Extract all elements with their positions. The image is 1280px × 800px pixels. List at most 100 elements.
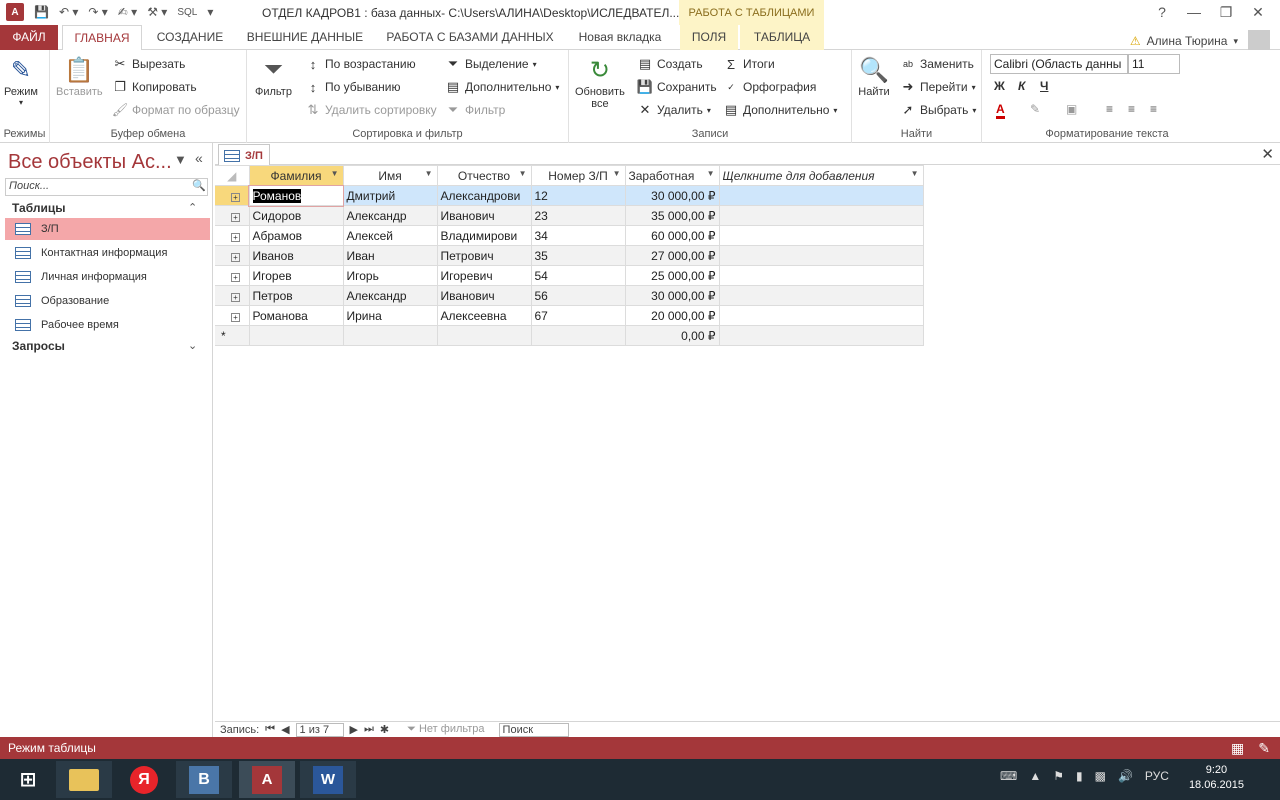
yandex-browser-icon[interactable]: Я <box>116 761 172 798</box>
advanced-filter-button[interactable]: ▤ Дополнительно ▾ <box>445 79 560 95</box>
object-tab-zp[interactable]: З/П <box>218 144 270 166</box>
save-icon[interactable]: 💾 <box>34 5 49 19</box>
table-cell[interactable]: Абрамов <box>248 225 344 246</box>
tab-fields[interactable]: ПОЛЯ <box>680 25 738 50</box>
collapse-pane-icon[interactable]: « <box>195 150 203 166</box>
table-cell[interactable]: 60 000,00 ₽ <box>624 225 720 246</box>
table-cell[interactable]: 25 000,00 ₽ <box>624 265 720 286</box>
undo-icon[interactable]: ↶ ▾ <box>59 5 78 19</box>
column-header[interactable]: Имя ▼ <box>342 165 438 186</box>
clock[interactable]: 9:20 18.06.2015 <box>1189 763 1244 793</box>
font-color-icon[interactable]: A <box>996 102 1005 119</box>
signal-icon[interactable]: ▩ <box>1095 769 1106 783</box>
row-selector[interactable]: + <box>215 265 250 286</box>
table-cell[interactable]: Романова <box>248 305 344 326</box>
table-cell[interactable]: Ирина <box>342 305 438 326</box>
new-record-row[interactable]: * 0,00 ₽ <box>215 325 924 346</box>
font-size-select[interactable]: 11 <box>1128 54 1180 74</box>
expand-icon[interactable]: + <box>231 232 240 242</box>
select-button[interactable]: ➚ Выбрать ▾ <box>900 102 977 118</box>
sql-button[interactable]: SQL <box>177 7 197 18</box>
table-row[interactable]: + Игорев Игорь Игоревич 54 25 000,00 ₽ <box>215 265 924 286</box>
prev-record-icon[interactable]: ◀ <box>281 723 289 736</box>
table-cell[interactable]: Дмитрий <box>342 185 438 206</box>
copy-button[interactable]: ❐ Копировать <box>112 79 196 95</box>
more-records-button[interactable]: ▤ Дополнительно ▾ <box>723 102 838 118</box>
table-cell[interactable]: 35 <box>530 245 626 266</box>
language-indicator[interactable]: РУС <box>1145 769 1169 783</box>
chevron-down-icon[interactable]: ▼ <box>425 169 433 178</box>
new-record-nav-icon[interactable]: ✱ <box>380 723 389 736</box>
table-cell[interactable]: Петров <box>248 285 344 306</box>
table-cell[interactable]: Петрович <box>436 245 532 266</box>
next-record-icon[interactable]: ▶ <box>350 723 358 736</box>
spelling-button[interactable]: ✓ Орфография <box>723 79 816 95</box>
align-center-icon[interactable]: ≡ <box>1128 102 1135 116</box>
first-record-icon[interactable]: ⏮ <box>265 723 275 736</box>
highlight-icon[interactable]: ✎ <box>1030 102 1040 116</box>
align-right-icon[interactable]: ≡ <box>1150 102 1157 116</box>
new-record-marker[interactable]: * <box>215 325 250 346</box>
table-cell[interactable]: Иван <box>342 245 438 266</box>
table-row[interactable]: + Романова Ирина Алексеевна 67 20 000,00… <box>215 305 924 326</box>
table-cell[interactable]: Александрови <box>436 185 532 206</box>
minimize-icon[interactable]: — <box>1178 2 1210 22</box>
table-cell[interactable]: 30 000,00 ₽ <box>624 285 720 306</box>
table-cell[interactable]: Игоревич <box>436 265 532 286</box>
font-name-select[interactable]: Calibri (Область данны <box>990 54 1128 74</box>
table-cell[interactable] <box>718 185 924 206</box>
table-cell[interactable] <box>718 265 924 286</box>
delete-record-button[interactable]: ✕ Удалить ▾ <box>637 102 711 118</box>
save-record-button[interactable]: 💾 Сохранить <box>637 79 717 95</box>
chevron-down-icon[interactable]: ▼ <box>707 169 715 178</box>
table-cell[interactable]: 12 <box>530 185 626 206</box>
datasheet-view-icon[interactable]: ▦ <box>1231 740 1244 757</box>
table-cell[interactable] <box>342 325 438 346</box>
align-left-icon[interactable]: ≡ <box>1106 102 1113 116</box>
restore-icon[interactable]: ❐ <box>1210 2 1242 22</box>
show-hidden-icon[interactable]: ▲ <box>1029 769 1041 783</box>
vk-app-icon[interactable]: B <box>176 761 232 798</box>
access-app-icon[interactable]: A <box>6 3 24 21</box>
nav-section-tables[interactable]: Таблицы <box>12 201 65 215</box>
table-cell[interactable]: 56 <box>530 285 626 306</box>
user-account[interactable]: ⚠ Алина Тюрина ▾ <box>1130 30 1270 52</box>
selection-button[interactable]: ⏷ Выделение ▾ <box>445 56 537 72</box>
paste-button[interactable]: 📋 Вставить <box>56 54 103 99</box>
row-selector[interactable]: + <box>215 285 250 306</box>
expand-icon[interactable]: + <box>231 212 240 222</box>
table-cell[interactable]: 54 <box>530 265 626 286</box>
toggle-filter-button[interactable]: ⏷ Фильтр <box>445 102 506 118</box>
table-cell[interactable]: 30 000,00 ₽ <box>624 185 720 206</box>
totals-button[interactable]: Σ Итоги <box>723 56 775 72</box>
bold-button[interactable]: Ж <box>994 79 1005 93</box>
add-column-header[interactable]: Щелкните для добавления ▼ <box>718 165 924 186</box>
column-header[interactable]: Номер З/П ▼ <box>530 165 626 186</box>
record-position-input[interactable]: 1 из 7 <box>295 722 344 737</box>
table-cell[interactable] <box>530 325 626 346</box>
table-row[interactable]: + Абрамов Алексей Владимирови 34 60 000,… <box>215 225 924 246</box>
volume-icon[interactable]: 🔊 <box>1118 769 1133 783</box>
table-cell[interactable]: 67 <box>530 305 626 326</box>
tab-home[interactable]: ГЛАВНАЯ <box>62 25 142 51</box>
tab-external-data[interactable]: ВНЕШНИЕ ДАННЫЕ <box>240 25 370 50</box>
underline-button[interactable]: Ч <box>1040 79 1048 93</box>
expand-section-icon[interactable]: ⌄ <box>188 339 197 352</box>
row-selector[interactable]: + <box>215 205 250 226</box>
table-cell[interactable]: Александр <box>342 205 438 226</box>
sort-ascending-button[interactable]: ↕ По возрастанию <box>305 56 416 72</box>
close-icon[interactable]: ✕ <box>1242 2 1274 22</box>
cut-button[interactable]: ✂ Вырезать <box>112 56 186 72</box>
table-cell[interactable]: Игорь <box>342 265 438 286</box>
table-row[interactable]: + Иванов Иван Петрович 35 27 000,00 ₽ <box>215 245 924 266</box>
tab-file[interactable]: ФАЙЛ <box>0 25 58 50</box>
table-cell[interactable] <box>718 305 924 326</box>
nav-section-queries[interactable]: Запросы <box>12 339 65 353</box>
nav-menu-icon[interactable]: ▼ <box>174 152 187 167</box>
table-cell[interactable]: 35 000,00 ₽ <box>624 205 720 226</box>
table-cell[interactable]: Иванович <box>436 285 532 306</box>
tab-table[interactable]: ТАБЛИЦА <box>740 25 824 50</box>
explorer-icon[interactable] <box>56 761 112 798</box>
table-cell[interactable] <box>718 205 924 226</box>
table-cell[interactable]: Александр <box>342 285 438 306</box>
